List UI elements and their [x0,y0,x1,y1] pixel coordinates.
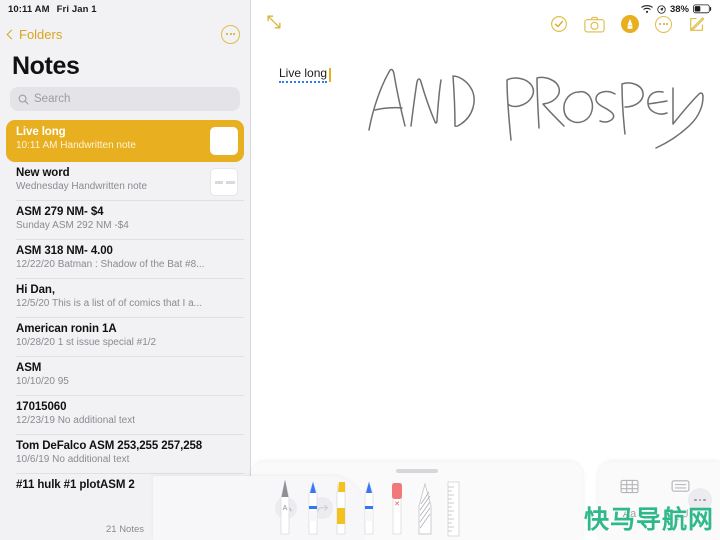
note-meta: Wednesday Handwritten note [16,181,148,192]
note-content-area[interactable]: Live long [251,48,720,149]
note-meta: 10/10/20 95 [16,376,69,387]
marker-tool[interactable] [303,478,323,540]
sidebar-more-button[interactable] [221,24,240,44]
note-thumbnail [210,168,238,196]
battery-percent-label: 38% [669,3,689,15]
status-time: 10:11 AM [8,3,50,15]
svg-text:A: A [283,505,288,512]
list-item[interactable]: New word Wednesday Handwritten note [6,162,244,201]
note-detail-pane: Live long A ✕ Aa 快马导航网 [153,0,720,540]
note-meta: 10/28/20 1 st issue special #1/2 [16,337,157,348]
palette-drag-handle[interactable] [396,469,438,473]
page-title: Notes [12,52,80,80]
note-title: New word [16,167,70,179]
camera-icon[interactable] [584,16,605,33]
pen-tool[interactable]: A [275,478,295,540]
pencil-tool[interactable] [359,478,379,540]
site-watermark: 快马导航网 [583,505,714,534]
note-list[interactable]: Live long 10:11 AM Handwritten note New … [0,120,250,518]
ellipsis-dot-icon [233,33,236,35]
note-title: ASM [16,362,42,374]
markup-tool-palette: A ✕ [153,462,583,540]
list-item[interactable]: American ronin 1A 10/28/20 1 st issue sp… [6,318,244,357]
status-bar-right: 38% [641,0,712,18]
note-meta: 10/6/19 No additional text [16,454,130,465]
note-row-text: New word Wednesday Handwritten note [16,167,147,192]
back-to-folders-button[interactable]: Folders [6,26,63,42]
note-row-text: ASM 318 NM- 4.00 12/22/20 Batman : Shado… [16,245,204,270]
list-item[interactable]: ASM 318 NM- 4.00 12/22/20 Batman : Shado… [6,240,244,279]
wifi-icon [641,5,653,13]
note-row-text: American ronin 1A 10/28/20 1 st issue sp… [16,323,156,348]
note-meta: 12/22/20 Batman : Shadow of the Bat #8..… [16,259,205,270]
ellipsis-dot-icon [229,33,232,35]
note-title: Live long [16,126,66,138]
list-item[interactable]: 17015060 12/23/19 No additional text [6,396,244,435]
note-row-text: Hi Dan, 12/5/20 This is a list of of com… [16,284,202,309]
note-thumbnail [210,127,238,155]
search-icon [18,94,29,104]
ellipsis-dot-icon [666,23,668,25]
note-meta: 12/5/20 This is a list of of comics that… [16,298,203,309]
expand-arrows-icon[interactable] [265,13,283,36]
back-button-label: Folders [19,26,63,42]
note-title: Hi Dan, [16,284,55,296]
list-item[interactable]: ASM 279 NM- $4 Sunday ASM 292 NM -$4 [6,201,244,240]
ellipsis-dot-icon [662,23,665,25]
note-title: American ronin 1A [16,323,117,335]
note-meta: 12/23/19 No additional text [16,415,135,426]
ellipsis-circle-icon[interactable] [655,15,672,33]
note-title: 17015060 [16,401,67,413]
status-bar: 10:11 AM Fri Jan 1 [0,0,250,18]
tool-row: A ✕ [259,478,463,540]
ipad-notes-app: 10:11 AM Fri Jan 1 Folders Notes Search [0,0,720,540]
text-cursor [329,67,331,82]
chevron-left-icon [6,29,17,39]
eraser-tool[interactable]: ✕ [387,478,407,540]
highlighter-tool[interactable] [331,478,351,540]
note-title: ASM 279 NM- $4 [16,206,104,218]
ruler-tool[interactable] [443,478,463,540]
note-row-text: Live long 10:11 AM Handwritten note [16,126,136,151]
note-meta: Sunday ASM 292 NM -$4 [16,220,129,231]
list-item[interactable]: ASM 10/10/20 95 [6,357,244,396]
note-title: Tom DeFalco ASM 253,255 257,258 [16,440,203,452]
checklist-circle-icon[interactable] [550,15,568,33]
note-title-line[interactable]: Live long [279,66,331,83]
list-item[interactable]: Tom DeFalco ASM 253,255 257,258 10/6/19 … [6,435,244,474]
ellipsis-dot-icon [659,23,661,25]
sidebar-nav-bar: Folders [0,18,250,50]
handwriting-drawing [368,68,704,149]
search-input[interactable]: Search [10,87,240,111]
note-title: ASM 318 NM- 4.00 [16,245,113,257]
battery-icon [693,4,712,14]
search-container: Search [0,87,250,120]
note-row-text: ASM 10/10/20 95 [16,362,69,387]
ellipsis-dot-icon [225,33,228,35]
note-row-text: #11 hulk #1 plotASM 2 [16,479,135,491]
list-item[interactable]: Live long 10:11 AM Handwritten note [6,120,244,162]
svg-text:✕: ✕ [394,501,400,508]
status-date: Fri Jan 1 [56,3,97,15]
note-row-text: ASM 279 NM- $4 Sunday ASM 292 NM -$4 [16,206,129,231]
location-icon [657,4,666,14]
note-row-text: Tom DeFalco ASM 253,255 257,258 10/6/19 … [16,440,202,465]
note-meta: 10:11 AM Handwritten note [16,140,136,151]
lasso-tool[interactable] [415,478,435,540]
thumbnail-scribble-icon [215,181,235,184]
list-item[interactable]: Hi Dan, 12/5/20 This is a list of of com… [6,279,244,318]
table-icon[interactable] [617,475,643,497]
note-title: #11 hulk #1 plotASM 2 [16,479,135,491]
notes-sidebar: 10:11 AM Fri Jan 1 Folders Notes Search [0,0,250,540]
markup-pen-icon[interactable] [621,15,639,33]
note-title-text: Live long [279,66,328,83]
note-row-text: 17015060 12/23/19 No additional text [16,401,135,426]
search-placeholder: Search [34,93,71,105]
